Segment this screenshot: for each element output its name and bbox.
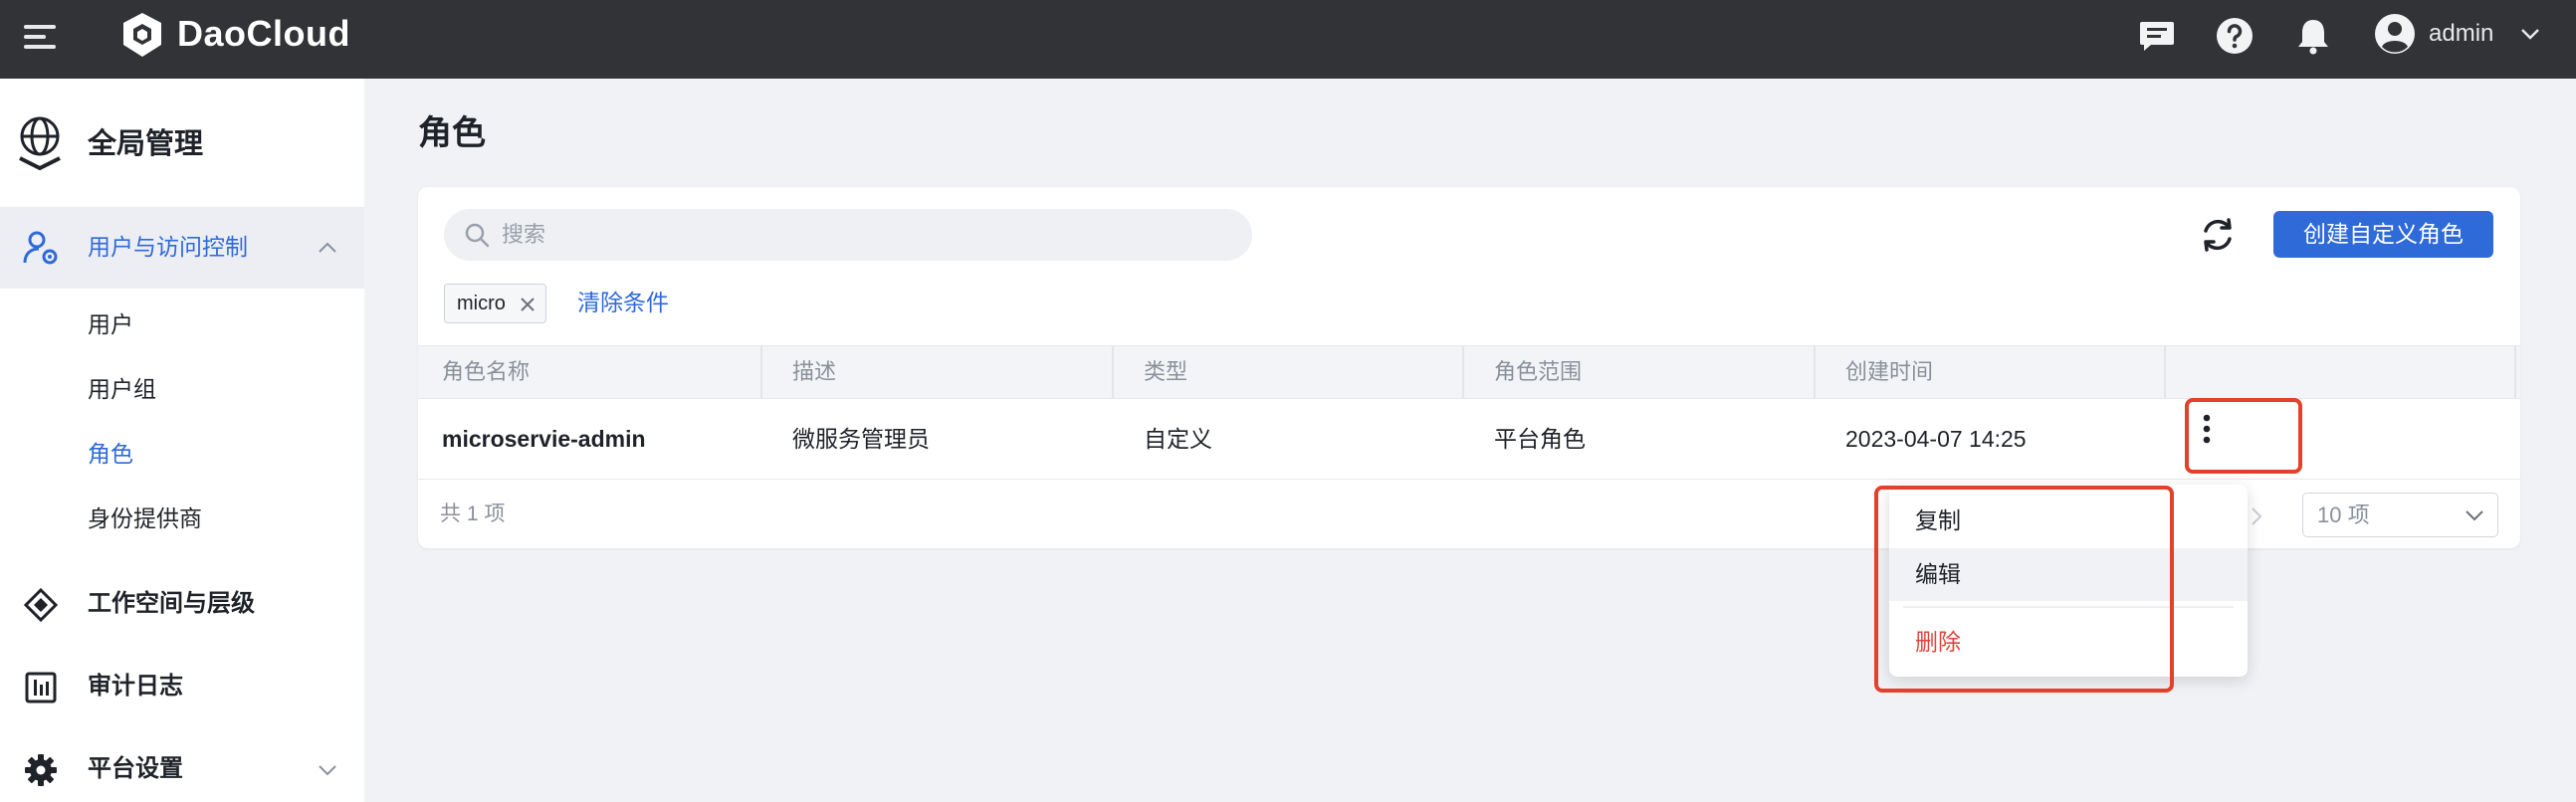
create-custom-role-button[interactable]: 创建自定义角色 [2273,211,2493,258]
sidebar-item-platform-settings[interactable]: 平台设置 [0,739,364,799]
search-input[interactable] [502,209,1228,261]
column-divider [1112,346,1114,398]
chevron-right-icon[interactable] [2248,505,2265,527]
page-size-value: 10 项 [2317,502,2370,527]
cell-scope: 平台角色 [1494,426,1586,452]
clear-filters-link[interactable]: 清除条件 [577,287,669,318]
refresh-icon[interactable] [2198,215,2238,255]
cell-role-name: microservie-admin [442,426,646,452]
workspace-icon [24,588,58,622]
column-header-name[interactable]: 角色名称 [418,346,761,398]
username[interactable]: admin [2429,18,2493,50]
brand-name[interactable]: DaoCloud [177,12,350,56]
user-settings-icon [23,231,58,265]
column-header-description[interactable]: 描述 [768,346,1117,398]
column-header-type[interactable]: 类型 [1120,346,1468,398]
globe-icon [19,116,61,170]
daocloud-logo-icon[interactable] [117,10,167,60]
chevron-down-icon [319,765,336,776]
help-icon[interactable] [2215,16,2254,56]
module-title: 全局管理 [88,128,204,160]
page-title: 角色 [418,114,486,152]
total-count: 共 1 项 [440,502,506,525]
annotation-highlight-menu [1874,486,2174,693]
module-switcher[interactable]: 全局管理 [0,108,364,188]
sidebar-item-audit-log[interactable]: 审计日志 [0,657,364,716]
page-size-select[interactable]: 10 项 [2302,493,2498,537]
filter-tag-label: micro [457,293,506,314]
audit-log-icon [25,672,57,703]
cell-type: 自定义 [1144,426,1212,452]
sidebar-item-roles[interactable]: 角色 [88,438,133,470]
gear-icon [25,754,57,786]
column-header-created[interactable]: 创建时间 [1822,346,2170,398]
sidebar-item-workspaces[interactable]: 工作空间与层级 [0,574,364,634]
cell-created: 2023-04-07 14:25 [1845,426,2027,452]
sidebar: 全局管理 用户与访问控制 用户 用户组 角色 身份提供商 工作空间与层级 审计日… [0,79,364,802]
sidebar-item-label: 审计日志 [88,673,183,700]
column-divider [2164,346,2166,398]
column-header-scope[interactable]: 角色范围 [1470,346,1819,398]
table-header: 角色名称 描述 类型 角色范围 创建时间 [418,345,2520,399]
chevron-down-icon [2466,510,2483,521]
sidebar-group-label: 用户与访问控制 [88,234,248,260]
column-divider [760,346,762,398]
message-icon[interactable] [2137,16,2177,56]
annotation-highlight-more-button [2185,398,2302,474]
user-avatar-icon[interactable] [2374,13,2416,55]
search-box[interactable] [444,209,1252,261]
chevron-up-icon [319,242,336,253]
sidebar-item-identity-providers[interactable]: 身份提供商 [88,502,202,534]
sidebar-item-users[interactable]: 用户 [88,308,133,340]
sidebar-item-label: 工作空间与层级 [88,590,255,617]
chevron-down-icon[interactable] [2520,26,2540,42]
filter-tag: micro [444,284,546,323]
top-bar: DaoCloud admin [0,0,2576,79]
sidebar-item-user-groups[interactable]: 用户组 [88,373,156,405]
search-icon [465,223,490,248]
menu-icon[interactable] [24,23,56,51]
column-divider [2514,346,2516,398]
bell-icon[interactable] [2293,16,2333,56]
sidebar-group-access-control[interactable]: 用户与访问控制 [0,207,364,289]
sidebar-item-label: 平台设置 [88,755,183,782]
column-divider [1814,346,1816,398]
close-icon[interactable] [519,296,537,313]
column-divider [1462,346,1464,398]
cell-description: 微服务管理员 [792,426,930,452]
